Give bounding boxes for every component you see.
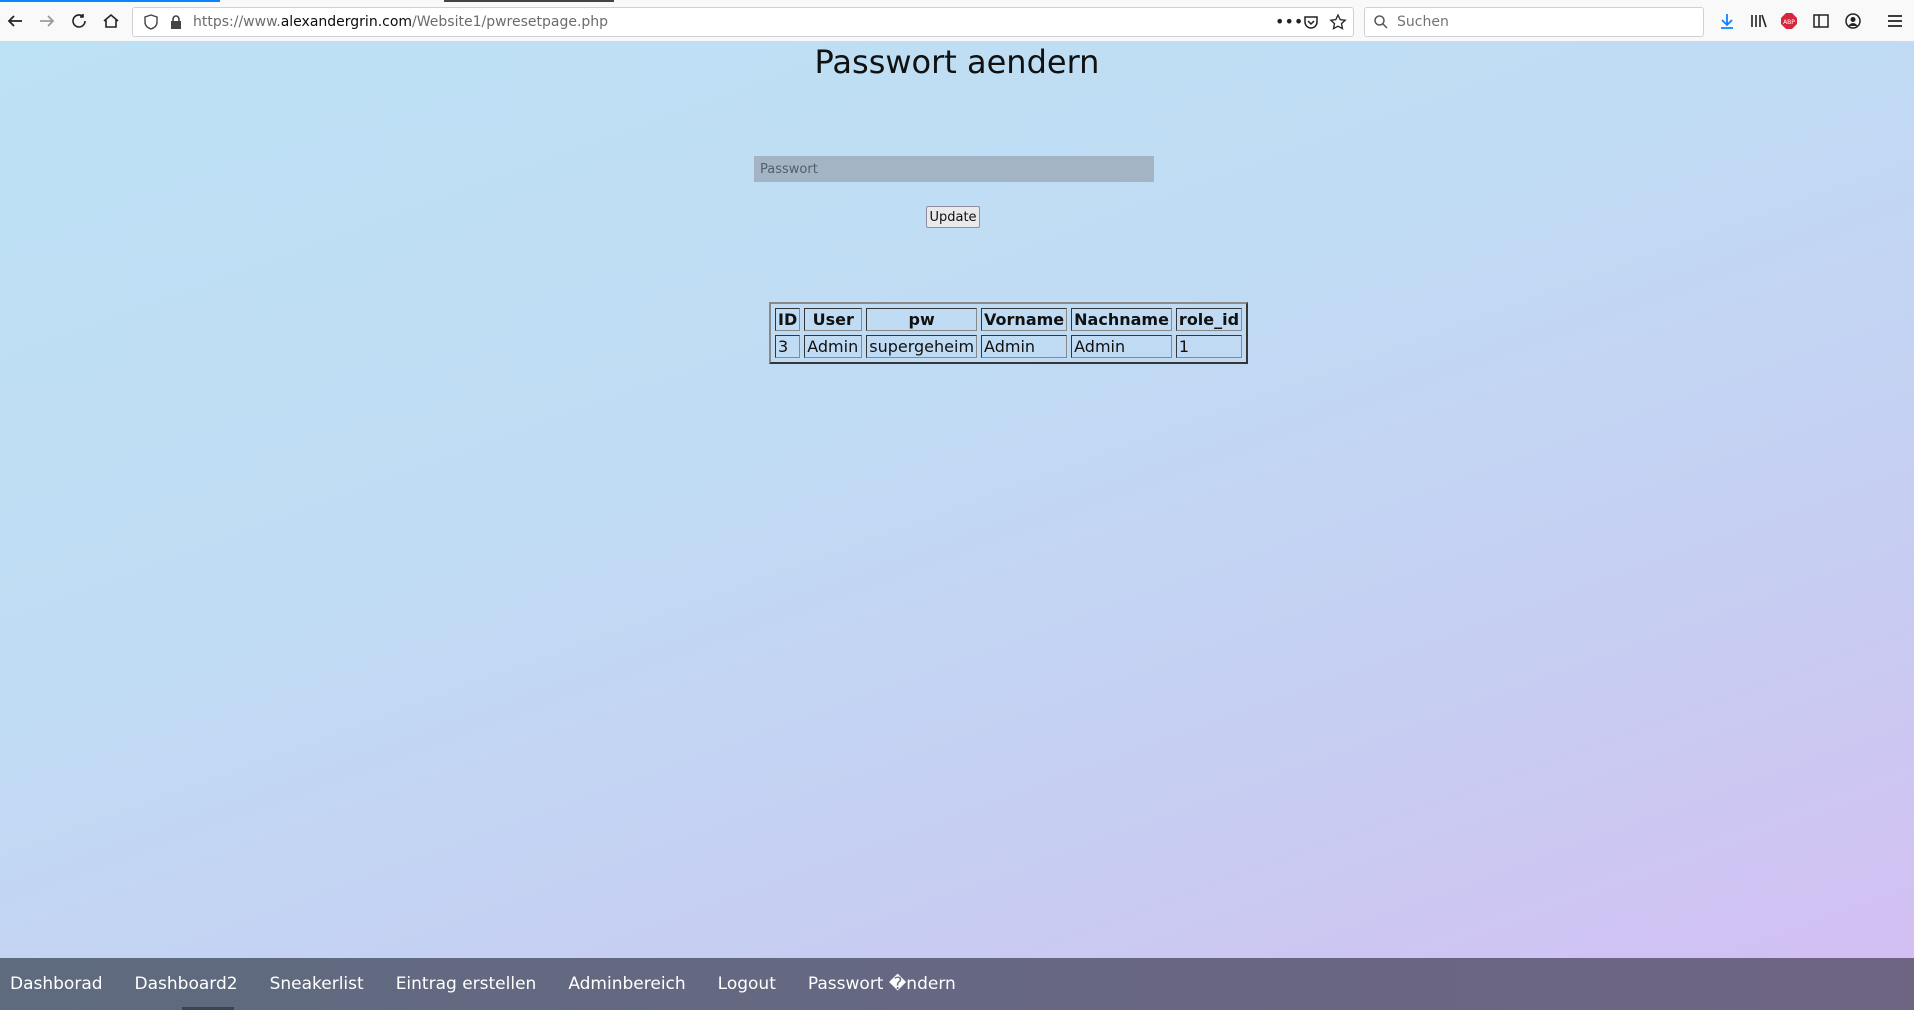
download-icon[interactable] — [1714, 8, 1740, 34]
nav-item-eintrag-erstellen[interactable]: Eintrag erstellen — [380, 974, 553, 994]
nav-item-dashborad[interactable]: Dashborad — [0, 974, 119, 994]
url-text: https://www.alexandergrin.com/Website1/p… — [193, 14, 608, 30]
bookmark-star-icon[interactable] — [1329, 13, 1347, 35]
table-cell: Admin — [981, 335, 1068, 358]
nav-item-sneakerlist[interactable]: Sneakerlist — [254, 974, 380, 994]
nav-item-logout[interactable]: Logout — [702, 974, 792, 994]
table-row: 3 Admin supergeheim Admin Admin 1 — [775, 335, 1243, 358]
svg-text:ABP: ABP — [1783, 19, 1795, 26]
forward-icon[interactable] — [34, 8, 60, 34]
nav-item-passwort-aendern[interactable]: Passwort �ndern — [792, 974, 972, 994]
url-path: /Website1/pwresetpage.php — [412, 14, 609, 30]
table-cell: 3 — [775, 335, 801, 358]
column-header: ID — [775, 308, 801, 331]
column-header: Nachname — [1071, 308, 1172, 331]
account-icon[interactable] — [1840, 8, 1866, 34]
lock-icon[interactable] — [169, 14, 183, 34]
table-cell: Admin — [804, 335, 863, 358]
home-icon[interactable] — [98, 8, 124, 34]
pocket-icon[interactable] — [1303, 14, 1319, 34]
table-cell: Admin — [1071, 335, 1172, 358]
column-header: User — [804, 308, 863, 331]
shield-icon[interactable] — [143, 14, 159, 34]
reload-icon[interactable] — [66, 8, 92, 34]
password-input[interactable] — [754, 156, 1154, 182]
menu-icon[interactable] — [1882, 8, 1908, 34]
adblock-icon[interactable]: ABP — [1776, 8, 1802, 34]
nav-item-adminbereich[interactable]: Adminbereich — [552, 974, 701, 994]
sidebar-icon[interactable] — [1808, 8, 1834, 34]
library-icon[interactable] — [1746, 8, 1772, 34]
url-prefix: https://www. — [193, 14, 281, 30]
table-cell: 1 — [1175, 335, 1243, 358]
tab-indicator-2 — [444, 0, 614, 2]
browser-toolbar: https://www.alexandergrin.com/Website1/p… — [0, 0, 1914, 42]
page-content: Passwort aendern Update ID User pw Vorna… — [0, 42, 1914, 958]
column-header: pw — [866, 308, 978, 331]
page-title: Passwort aendern — [814, 43, 1100, 81]
url-bar[interactable]: https://www.alexandergrin.com/Website1/p… — [132, 7, 1354, 37]
table-header-row: ID User pw Vorname Nachname role_id — [775, 308, 1243, 331]
tab-indicator — [0, 0, 220, 2]
url-host: alexandergrin.com — [280, 14, 413, 30]
column-header: Vorname — [981, 308, 1068, 331]
page-actions-icon[interactable]: ••• — [1275, 12, 1303, 31]
user-table: ID User pw Vorname Nachname role_id 3 Ad… — [769, 302, 1249, 364]
nav-item-dashboard2[interactable]: Dashboard2 — [119, 974, 254, 994]
update-button[interactable]: Update — [926, 206, 980, 228]
search-bar[interactable]: Suchen — [1364, 7, 1704, 37]
back-icon[interactable] — [2, 8, 28, 34]
bottom-navigation: Dashborad Dashboard2 Sneakerlist Eintrag… — [0, 958, 1914, 1010]
search-icon — [1373, 14, 1389, 34]
search-placeholder: Suchen — [1397, 14, 1449, 30]
table-cell: supergeheim — [866, 335, 978, 358]
column-header: role_id — [1175, 308, 1243, 331]
